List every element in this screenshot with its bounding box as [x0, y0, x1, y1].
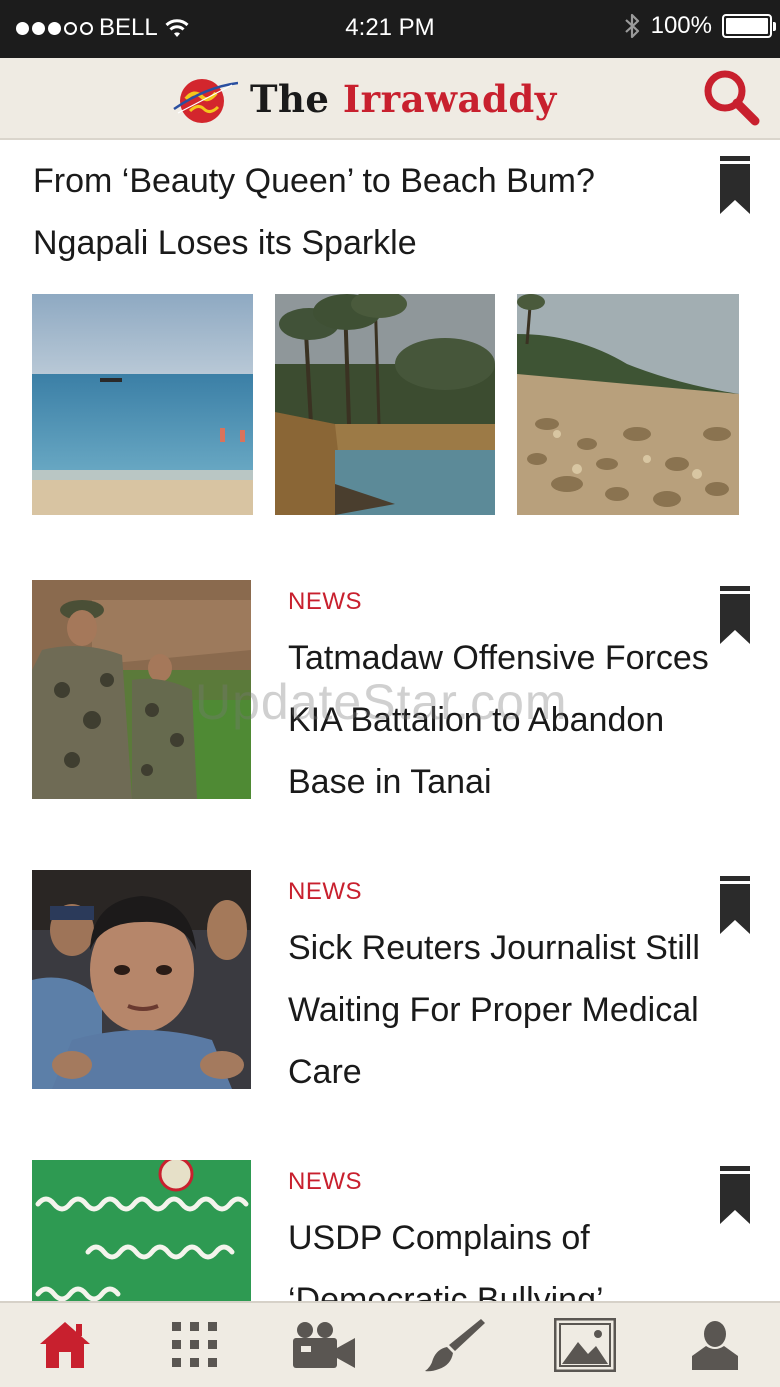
search-button[interactable]: [700, 66, 762, 128]
battery-percent: 100%: [650, 12, 712, 39]
bookmark-icon: [720, 876, 750, 934]
beach-sea-photo: [32, 294, 253, 515]
grid-icon: [172, 1322, 217, 1367]
featured-image-beach[interactable]: [32, 294, 253, 515]
tab-photo[interactable]: [520, 1303, 650, 1387]
featured-title[interactable]: From ‘Beauty Queen’ to Beach Bum? Ngapal…: [33, 150, 683, 274]
logo-globe-icon: [172, 69, 239, 129]
featured-image-rocks[interactable]: [517, 294, 739, 515]
article-image[interactable]: [32, 1160, 251, 1301]
tab-video[interactable]: [260, 1303, 390, 1387]
bookmark-icon: [720, 586, 750, 644]
app-header: The Irrawaddy: [0, 58, 780, 140]
green-banner-photo: [32, 1160, 251, 1301]
tab-home[interactable]: [0, 1303, 130, 1387]
soldiers-photo: [32, 580, 251, 799]
article-item[interactable]: NEWS Tatmadaw Offensive Forces KIA Batta…: [0, 580, 780, 810]
logo-irrawaddy: Irrawaddy: [342, 77, 557, 121]
paintbrush-icon: [425, 1319, 485, 1372]
article-title[interactable]: Tatmadaw Offensive Forces KIA Battalion …: [288, 627, 728, 813]
article-title[interactable]: USDP Complains of ‘Democratic Bullying’: [288, 1207, 728, 1301]
article-item[interactable]: NEWS Sick Reuters Journalist Still Waiti…: [0, 870, 780, 1100]
article-image[interactable]: [32, 870, 251, 1089]
tab-profile[interactable]: [650, 1303, 780, 1387]
battery-icon: [722, 14, 776, 38]
article-feed[interactable]: From ‘Beauty Queen’ to Beach Bum? Ngapal…: [0, 140, 780, 1301]
bookmark-button[interactable]: [720, 156, 750, 214]
home-icon: [40, 1322, 90, 1368]
article-item[interactable]: NEWS USDP Complains of ‘Democratic Bully…: [0, 1160, 780, 1301]
logo-the: The: [250, 77, 330, 121]
logo-wordmark: The Irrawaddy: [250, 77, 557, 121]
article-category: NEWS: [288, 588, 362, 615]
user-icon: [692, 1321, 738, 1370]
tab-opinion[interactable]: [390, 1303, 520, 1387]
bookmark-button[interactable]: [720, 1166, 750, 1224]
bluetooth-icon: [624, 13, 639, 39]
video-camera-icon: [293, 1322, 355, 1368]
bookmark-icon: [720, 1166, 750, 1224]
bookmark-button[interactable]: [720, 586, 750, 644]
article-title[interactable]: Sick Reuters Journalist Still Waiting Fo…: [288, 917, 728, 1103]
article-category: NEWS: [288, 1168, 362, 1195]
article-image[interactable]: [32, 580, 251, 799]
tab-sections[interactable]: [130, 1303, 260, 1387]
status-bar: BELL 4:21 PM 100%: [0, 0, 780, 58]
journalist-photo: [32, 870, 251, 1089]
photo-icon: [554, 1318, 616, 1372]
search-icon: [704, 70, 760, 126]
status-right: 100%: [623, 12, 776, 40]
palm-shore-photo: [275, 294, 495, 515]
app-logo[interactable]: The Irrawaddy: [172, 66, 557, 132]
bookmark-button[interactable]: [720, 876, 750, 934]
bottom-tab-bar: [0, 1301, 780, 1387]
featured-image-palms[interactable]: [275, 294, 495, 515]
article-category: NEWS: [288, 878, 362, 905]
rocky-beach-photo: [517, 294, 739, 515]
bookmark-icon: [720, 156, 750, 214]
